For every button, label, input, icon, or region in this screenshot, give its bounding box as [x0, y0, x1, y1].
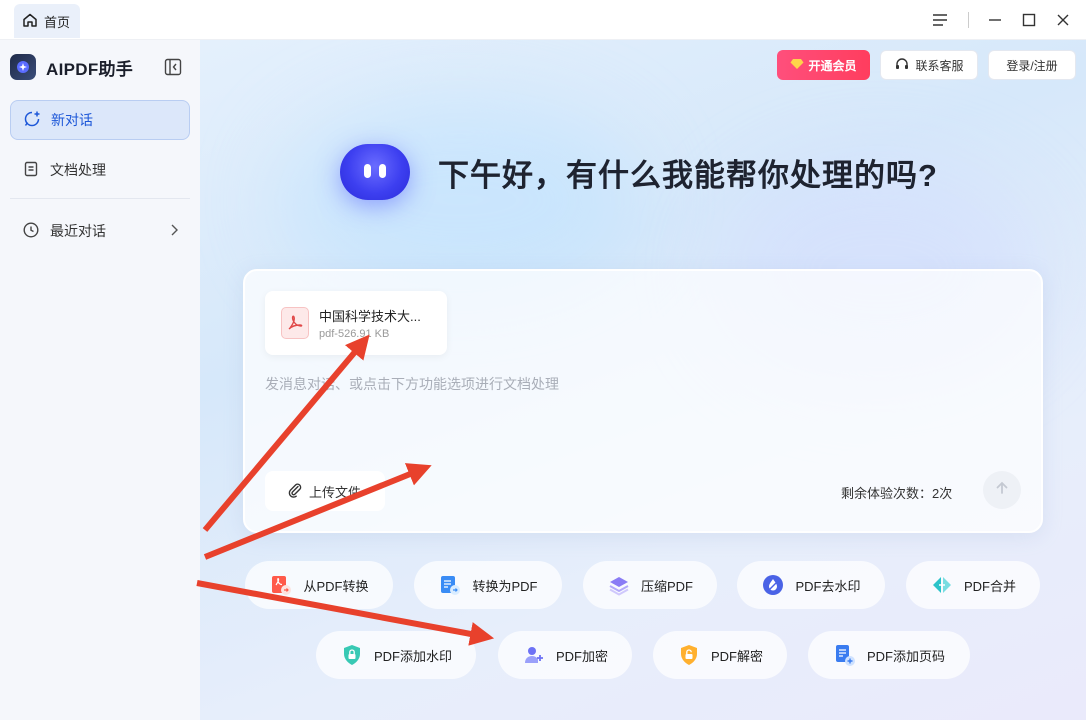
tool-encrypt[interactable]: PDF加密 — [498, 631, 632, 679]
tool-label: 转换为PDF — [472, 578, 538, 594]
greeting: 下午好，有什么我能帮你处理的吗? — [340, 144, 938, 200]
tool-from-pdf[interactable]: 从PDF转换 — [245, 561, 393, 609]
login-label: 登录/注册 — [1006, 58, 1058, 73]
title-bar: 首页 — [0, 0, 1086, 40]
sidebar-divider — [10, 198, 190, 199]
tool-label: PDF去水印 — [795, 578, 861, 594]
merge-icon — [930, 573, 954, 597]
file-meta: pdf-526.91 KB — [319, 328, 390, 340]
home-icon — [22, 12, 38, 31]
tool-page-number[interactable]: PDF添加页码 — [808, 631, 970, 679]
arrow-up-icon — [994, 480, 1010, 501]
file-info: 中国科学技术大... pdf-526.91 KB — [319, 306, 421, 340]
tool-label: PDF解密 — [710, 648, 763, 664]
tool-compress[interactable]: 压缩PDF — [583, 561, 717, 609]
sidebar-item-label: 最近对话 — [50, 223, 106, 239]
tool-remove-watermark[interactable]: PDF去水印 — [737, 561, 885, 609]
greeting-text: 下午好，有什么我能帮你处理的吗? — [438, 157, 938, 193]
tool-label: PDF加密 — [555, 648, 608, 664]
tool-to-pdf[interactable]: 转换为PDF — [414, 561, 562, 609]
paperclip-icon — [287, 482, 303, 501]
compress-icon — [607, 573, 631, 597]
main-area: 开通会员 联系客服 登录/注册 下午好，有什么我能帮你处理的吗? 中国科学技术大… — [200, 40, 1086, 720]
sidebar-item-label: 文档处理 — [50, 162, 106, 178]
tool-label: PDF合并 — [963, 578, 1016, 594]
upload-file-button[interactable]: 上传文件 — [265, 471, 385, 511]
document-icon — [22, 160, 40, 181]
pdf-file-icon — [281, 307, 309, 339]
tool-add-watermark[interactable]: PDF添加水印 — [316, 631, 476, 679]
new-chat-icon — [23, 110, 41, 131]
maximize-icon[interactable] — [1017, 8, 1041, 32]
titlebar-divider — [968, 12, 969, 28]
support-label: 联系客服 — [915, 58, 964, 73]
pdf-convert-icon — [269, 573, 293, 597]
decrypt-icon — [677, 643, 701, 667]
collapse-sidebar-icon[interactable] — [163, 57, 183, 77]
file-name: 中国科学技术大... — [319, 309, 421, 324]
tool-merge[interactable]: PDF合并 — [906, 561, 1040, 609]
tool-label: PDF添加水印 — [373, 648, 452, 664]
attached-file-card[interactable]: 中国科学技术大... pdf-526.91 KB — [265, 291, 447, 355]
tool-label: PDF添加页码 — [866, 648, 945, 664]
app-logo-icon — [10, 54, 36, 80]
sidebar-item-recent[interactable]: 最近对话 — [10, 211, 190, 251]
sidebar-item-label: 新对话 — [51, 112, 93, 128]
remaining-count: 剩余体验次数：2次 — [841, 486, 953, 501]
chat-input-box[interactable]: 中国科学技术大... pdf-526.91 KB 发消息对话、或点击下方功能选项… — [243, 269, 1043, 533]
login-button[interactable]: 登录/注册 — [988, 50, 1076, 80]
app-name: AIPDF助手 — [46, 59, 134, 79]
sidebar-item-new-chat[interactable]: 新对话 — [10, 100, 190, 140]
to-pdf-icon — [438, 573, 462, 597]
brand: AIPDF助手 — [10, 54, 133, 80]
close-icon[interactable] — [1051, 8, 1075, 32]
tool-label: 从PDF转换 — [303, 578, 369, 594]
clock-icon — [22, 221, 40, 242]
encrypt-icon — [522, 643, 546, 667]
sidebar: AIPDF助手 新对话 文档处理 最近对话 — [0, 40, 200, 720]
diamond-icon — [790, 58, 804, 73]
tool-label: 压缩PDF — [640, 578, 693, 594]
minimize-icon[interactable] — [983, 8, 1007, 32]
remove-watermark-icon — [761, 573, 785, 597]
vip-label: 开通会员 — [808, 58, 857, 73]
chevron-right-icon — [168, 223, 180, 240]
tab-home[interactable]: 首页 — [14, 4, 81, 38]
tab-home-label: 首页 — [44, 14, 71, 30]
message-input[interactable]: 发消息对话、或点击下方功能选项进行文档处理 — [265, 374, 559, 394]
upload-label: 上传文件 — [309, 484, 362, 500]
add-watermark-icon — [340, 643, 364, 667]
tool-decrypt[interactable]: PDF解密 — [653, 631, 787, 679]
vip-button[interactable]: 开通会员 — [777, 50, 870, 80]
page-number-icon — [833, 643, 857, 667]
headset-icon — [894, 56, 910, 75]
sidebar-item-documents[interactable]: 文档处理 — [10, 150, 190, 190]
send-button[interactable] — [983, 471, 1021, 509]
mascot-icon — [340, 144, 410, 200]
support-button[interactable]: 联系客服 — [880, 50, 978, 80]
menu-icon[interactable] — [928, 8, 952, 32]
